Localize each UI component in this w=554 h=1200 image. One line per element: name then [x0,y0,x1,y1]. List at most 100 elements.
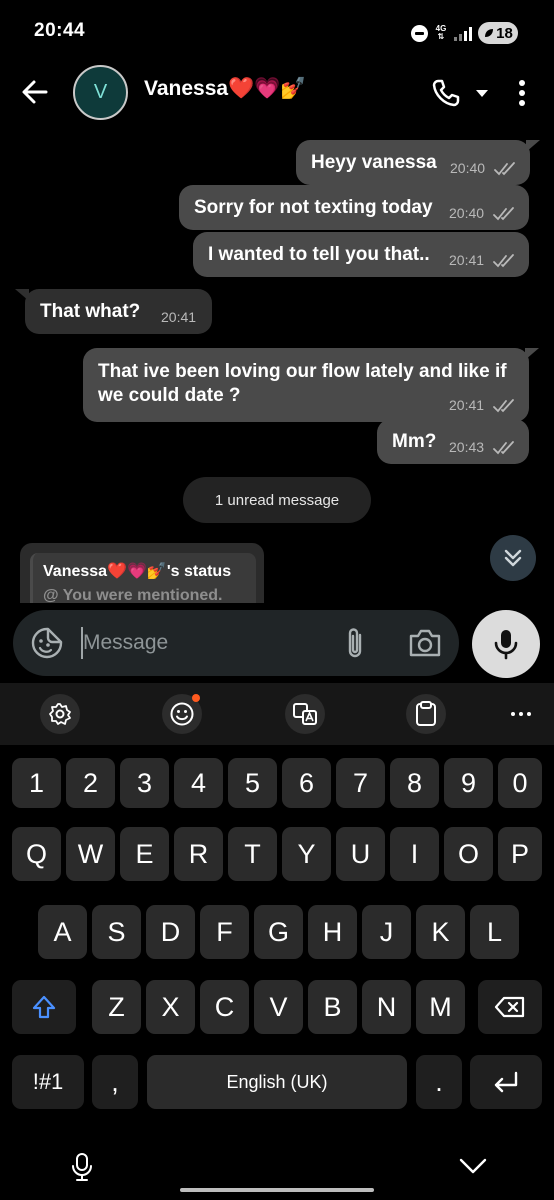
comma-key[interactable]: , [92,1055,138,1109]
key-n[interactable]: N [362,980,411,1034]
key-w[interactable]: W [66,827,115,881]
voice-call-button[interactable] [430,77,462,109]
key-3[interactable]: 3 [120,758,169,808]
paperclip-icon [348,628,362,658]
key-b[interactable]: B [308,980,357,1034]
key-7[interactable]: 7 [336,758,385,808]
contact-name[interactable]: Vanessa❤️💗💅 [144,77,307,101]
data-arrows-icon: ⇅ [437,32,445,41]
enter-icon [494,1071,518,1093]
call-options-dropdown[interactable] [474,86,490,98]
sticker-button[interactable] [30,626,64,660]
message-time: 20:41 [449,252,485,268]
key-s[interactable]: S [92,905,141,959]
message-bubble-outgoing[interactable]: Sorry for not texting today 20:40 [179,185,529,230]
status-icons: 4G ⇅ 18 [411,20,518,46]
enter-key[interactable] [470,1055,542,1109]
key-4[interactable]: 4 [174,758,223,808]
backspace-key[interactable] [478,980,542,1034]
message-text: I wanted to tell you that.. [208,244,430,265]
read-receipt-icon [494,162,515,176]
key-p[interactable]: P [498,827,542,881]
shift-key[interactable] [12,980,76,1034]
network-type-label: 4G ⇅ [434,25,448,41]
back-button[interactable] [20,77,50,107]
home-indicator[interactable] [180,1188,374,1192]
contact-avatar[interactable]: V [73,65,128,120]
key-u[interactable]: U [336,827,385,881]
smiley-icon [170,702,194,726]
key-g[interactable]: G [254,905,303,959]
voice-message-button[interactable] [472,610,540,678]
message-bubble-incoming[interactable]: That what? 20:41 [15,289,212,334]
key-v[interactable]: V [254,980,303,1034]
key-1[interactable]: 1 [12,758,61,808]
message-bubble-outgoing[interactable]: Mm? 20:43 [377,419,529,464]
period-key[interactable]: . [416,1055,462,1109]
back-arrow-icon [22,80,48,104]
key-y[interactable]: Y [282,827,331,881]
key-m[interactable]: M [416,980,465,1034]
key-6[interactable]: 6 [282,758,331,808]
key-x[interactable]: X [146,980,195,1034]
battery-indicator: 18 [478,22,518,44]
hide-keyboard-button[interactable] [458,1156,488,1176]
key-d[interactable]: D [146,905,195,959]
key-f[interactable]: F [200,905,249,959]
translate-icon [293,703,317,725]
read-receipt-icon [493,207,514,221]
voice-input-button[interactable] [70,1152,94,1182]
message-bubble-outgoing[interactable]: That ive been loving our flow lately and… [83,348,539,422]
message-input[interactable] [83,624,323,662]
translate-button[interactable] [285,694,325,734]
message-list[interactable]: Heyy vanessa 20:40 Sorry for not texting… [0,130,554,603]
key-5[interactable]: 5 [228,758,277,808]
key-k[interactable]: K [416,905,465,959]
key-t[interactable]: T [228,827,277,881]
key-h[interactable]: H [308,905,357,959]
chevron-down-icon [459,1158,487,1174]
emoji-button[interactable] [162,694,202,734]
symbols-key[interactable]: !#1 [12,1055,84,1109]
microphone-icon [72,1153,92,1181]
message-text: Heyy vanessa [311,152,437,173]
caret-down-icon [476,90,488,97]
key-r[interactable]: R [174,827,223,881]
key-q[interactable]: Q [12,827,61,881]
message-time: 20:40 [449,205,485,221]
bubble-tail [525,348,539,360]
key-j[interactable]: J [362,905,411,959]
more-options-button[interactable] [512,77,532,109]
key-e[interactable]: E [120,827,169,881]
status-time: 20:44 [34,20,86,41]
message-bubble-outgoing[interactable]: I wanted to tell you that.. 20:41 [193,232,529,277]
clipboard-button[interactable] [406,694,446,734]
key-2[interactable]: 2 [66,758,115,808]
attach-button[interactable] [342,625,368,661]
microphone-icon [494,630,518,660]
scroll-to-bottom-button[interactable] [490,535,536,581]
key-l[interactable]: L [470,905,519,959]
camera-icon [409,629,441,657]
camera-button[interactable] [407,626,443,660]
message-text: Sorry for not texting today [194,197,433,218]
notification-dot [192,694,200,702]
key-o[interactable]: O [444,827,493,881]
space-key[interactable]: English (UK) [147,1055,407,1109]
key-i[interactable]: I [390,827,439,881]
key-a[interactable]: A [38,905,87,959]
status-title: Vanessa❤️💗💅's status [43,563,232,580]
key-0[interactable]: 0 [498,758,542,808]
status-quote[interactable]: Vanessa❤️💗💅's status @ You were mentione… [30,553,256,603]
message-time: 20:43 [449,439,485,455]
key-z[interactable]: Z [92,980,141,1034]
toolbar-more-button[interactable] [506,699,536,729]
key-c[interactable]: C [200,980,249,1034]
status-mention-text: @ You were mentioned. [43,587,223,603]
key-8[interactable]: 8 [390,758,439,808]
message-bubble-outgoing[interactable]: Heyy vanessa 20:40 [296,140,540,185]
keyboard-settings-button[interactable] [40,694,80,734]
status-reply-card[interactable]: Vanessa❤️💗💅's status @ You were mentione… [20,543,264,603]
key-9[interactable]: 9 [444,758,493,808]
clipboard-icon [416,701,436,726]
